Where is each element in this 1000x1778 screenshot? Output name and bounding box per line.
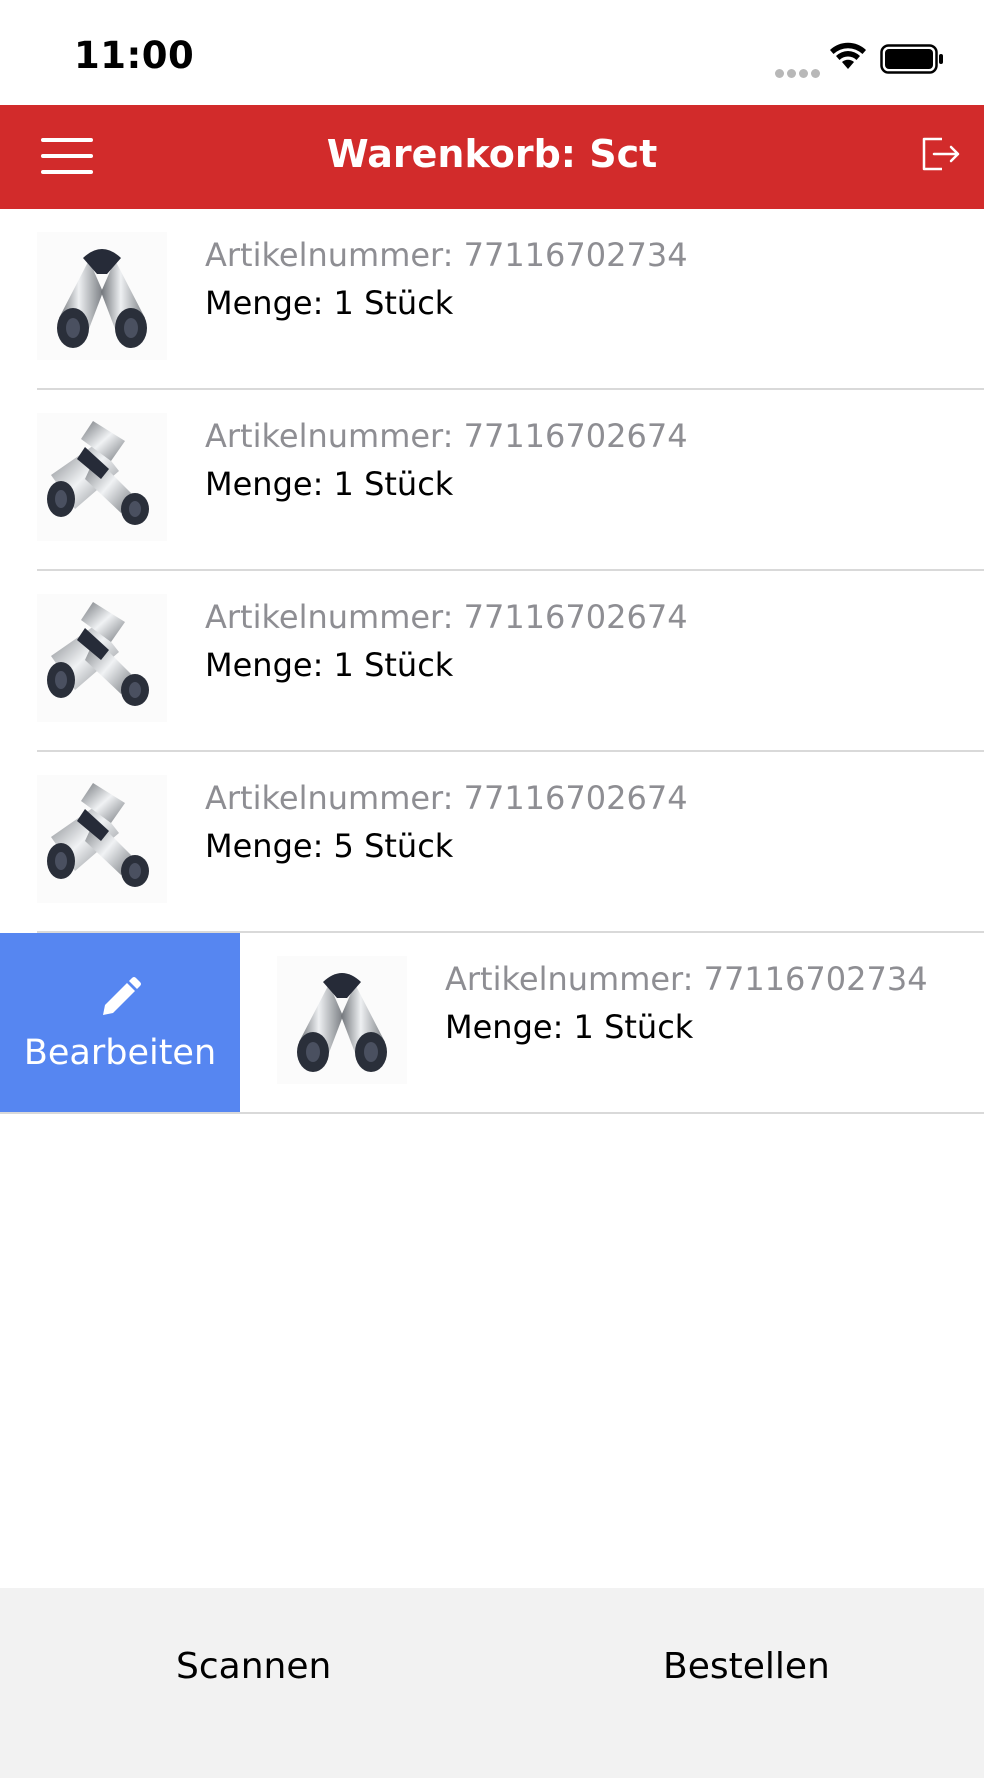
tee-fitting-image [37, 413, 167, 541]
status-time: 11:00 [74, 34, 195, 77]
list-item[interactable]: Artikelnummer: 77116702674 Menge: 1 Stüc… [0, 390, 984, 571]
battery-icon [880, 44, 944, 78]
quantity: Menge: 1 Stück [205, 284, 454, 322]
quantity: Menge: 1 Stück [205, 465, 454, 503]
bottom-toolbar: Scannen Bestellen [0, 1588, 984, 1778]
cellular-signal-icon [775, 63, 823, 82]
screen-edge [984, 0, 1000, 1778]
quantity: Menge: 5 Stück [205, 827, 454, 865]
order-button[interactable]: Bestellen [663, 1646, 830, 1687]
article-number: Artikelnummer: 77116702674 [205, 779, 688, 817]
article-number: Artikelnummer: 77116702734 [445, 960, 928, 998]
list-item-swiped[interactable]: Bearbeiten Artikelnummer: 77116702734 Me… [0, 933, 984, 1114]
pencil-icon [97, 975, 143, 1025]
wifi-icon [828, 41, 868, 75]
quantity: Menge: 1 Stück [445, 1008, 694, 1046]
tee-fitting-image [37, 775, 167, 903]
list-item[interactable]: Artikelnummer: 77116702674 Menge: 1 Stüc… [0, 571, 984, 752]
elbow-fitting-image [37, 232, 167, 360]
scan-button[interactable]: Scannen [176, 1646, 331, 1687]
tee-fitting-image [37, 594, 167, 722]
list-item[interactable]: Artikelnummer: 77116702734 Menge: 1 Stüc… [0, 209, 984, 390]
row-divider [0, 1112, 984, 1114]
nav-bar: Warenkorb: Sct [0, 105, 984, 209]
list-item-content[interactable]: Artikelnummer: 77116702734 Menge: 1 Stüc… [240, 933, 984, 1114]
list-item[interactable]: Artikelnummer: 77116702674 Menge: 5 Stüc… [0, 752, 984, 933]
cart-screen: 11:00 Warenkorb: Sct Artikelnummer: 7711… [0, 0, 1000, 1778]
article-number: Artikelnummer: 77116702674 [205, 598, 688, 636]
elbow-fitting-image [277, 956, 407, 1084]
edit-button[interactable]: Bearbeiten [0, 933, 240, 1112]
quantity: Menge: 1 Stück [205, 646, 454, 684]
page-title: Warenkorb: Sct [326, 132, 658, 176]
status-bar: 11:00 [0, 0, 984, 105]
article-number: Artikelnummer: 77116702734 [205, 236, 688, 274]
cart-list: Artikelnummer: 77116702734 Menge: 1 Stüc… [0, 209, 984, 1114]
edit-button-label: Bearbeiten [23, 1033, 217, 1073]
article-number: Artikelnummer: 77116702674 [205, 417, 688, 455]
logout-icon[interactable] [918, 133, 962, 177]
